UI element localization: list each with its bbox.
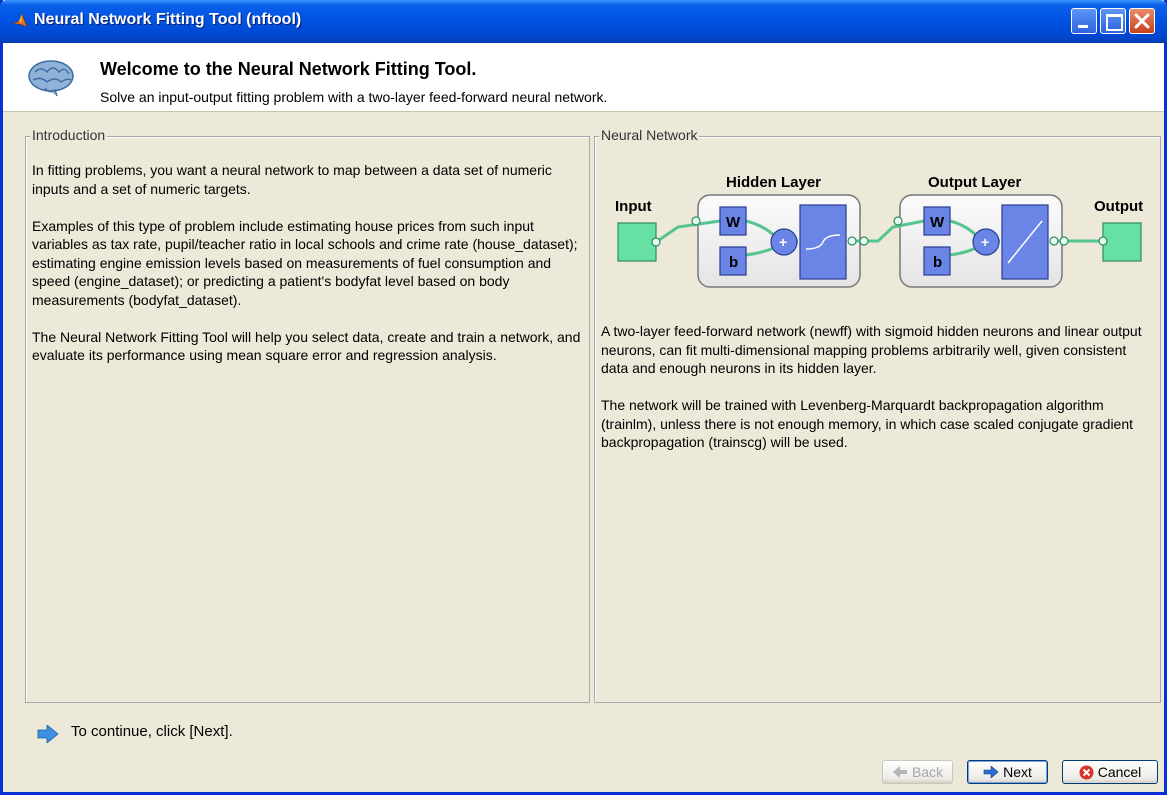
back-button-label: Back [911, 764, 944, 780]
minimize-button[interactable] [1071, 8, 1097, 34]
brain-icon [28, 60, 74, 97]
intro-paragraph: Examples of this type of problem include… [32, 217, 578, 308]
cancel-button[interactable]: Cancel [1062, 760, 1158, 784]
title-bar[interactable]: Neural Network Fitting Tool (nftool) [0, 0, 1167, 43]
hidden-weight-label: W [726, 214, 741, 231]
introduction-text: In fitting problems, you want a neural n… [32, 161, 584, 383]
page-title: Welcome to the Neural Network Fitting To… [100, 59, 477, 79]
hidden-bias-label: b [729, 254, 738, 271]
output-sum-label: + [981, 234, 989, 250]
close-icon [1134, 13, 1150, 29]
network-description: A two-layer feed-forward network (newff)… [601, 322, 1151, 470]
diagram-hidden-layer-label: Hidden Layer [726, 174, 821, 191]
back-button[interactable]: Back [882, 760, 953, 784]
back-arrow-icon [892, 766, 907, 778]
output-bias-label: b [933, 254, 942, 271]
maximize-button[interactable] [1100, 8, 1126, 34]
cancel-button-label: Cancel [1097, 764, 1142, 780]
close-button[interactable] [1129, 8, 1155, 34]
window-title: Neural Network Fitting Tool (nftool) [34, 11, 302, 28]
diagram-input-label: Input [615, 198, 652, 215]
hidden-sum-label: + [779, 234, 787, 250]
app-window: Neural Network Fitting Tool (nftool) Wel… [0, 0, 1167, 795]
network-paragraph: The network will be trained with Levenbe… [601, 397, 1134, 450]
diagram-input-node [617, 222, 657, 262]
introduction-legend: Introduction [30, 127, 108, 143]
neural-network-legend: Neural Network [599, 127, 700, 143]
next-button-label: Next [1003, 764, 1032, 780]
minimize-icon [1078, 25, 1088, 28]
neural-network-panel: Neural Network Input Hidden Layer Output… [594, 127, 1161, 703]
next-arrow-icon [983, 766, 999, 778]
maximize-icon [1106, 14, 1123, 31]
network-paragraph: A two-layer feed-forward network (newff)… [601, 323, 1142, 376]
diagram-output-node [1102, 222, 1142, 262]
continue-hint-text: To continue, click [Next]. [71, 723, 233, 740]
matlab-logo-icon [12, 13, 28, 28]
intro-paragraph: The Neural Network Fitting Tool will hel… [32, 328, 581, 364]
network-diagram: Input Hidden Layer Output Layer Output W… [615, 174, 1143, 288]
page-subtitle: Solve an input-output fitting problem wi… [100, 89, 608, 105]
output-weight-label: W [930, 214, 945, 231]
diagram-output-label: Output [1094, 198, 1143, 215]
introduction-panel: Introduction In fitting problems, you wa… [25, 127, 590, 703]
diagram-output-layer-label: Output Layer [928, 174, 1022, 191]
header-banner: Welcome to the Neural Network Fitting To… [3, 43, 1164, 112]
next-button[interactable]: Next [967, 760, 1048, 784]
right-arrow-icon [37, 725, 59, 743]
cancel-icon [1079, 765, 1094, 779]
intro-paragraph: In fitting problems, you want a neural n… [32, 162, 552, 197]
